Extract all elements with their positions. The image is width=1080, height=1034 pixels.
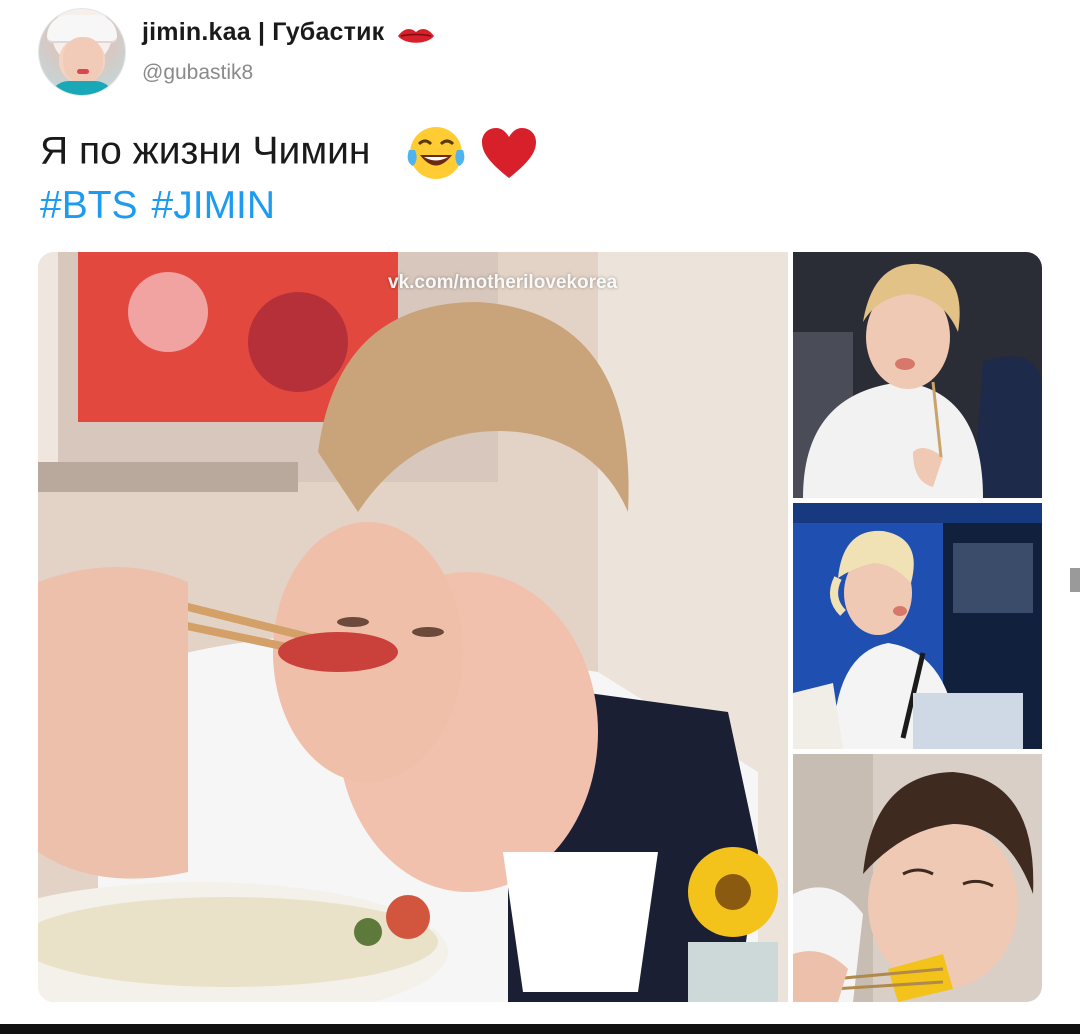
tweet-text-line: Я по жизни Чимин xyxy=(40,122,538,184)
photo-main-image xyxy=(38,252,788,1002)
hashtags: #BTS #JIMIN xyxy=(40,184,275,228)
scroll-marker xyxy=(1070,568,1080,592)
face-with-tears-of-joy-icon xyxy=(407,127,465,179)
avatar[interactable] xyxy=(38,8,126,96)
red-heart-icon xyxy=(482,128,537,178)
lips-icon xyxy=(397,28,434,43)
bottom-bar xyxy=(0,1024,1080,1034)
photo-thumbnail-1[interactable] xyxy=(793,252,1042,498)
tweet-card: jimin.kaa | Губастик @gubastik8 Я по жиз… xyxy=(0,0,1080,1034)
photo-thumbnail-2[interactable] xyxy=(793,503,1042,749)
photo-thumbnail-3-image xyxy=(793,754,1042,1002)
author-names: jimin.kaa | Губастик @gubastik8 xyxy=(142,18,435,85)
avatar-shirt xyxy=(49,81,115,95)
avatar-face xyxy=(63,37,103,83)
hashtag-jimin[interactable]: #JIMIN xyxy=(152,184,276,227)
avatar-lips xyxy=(77,69,89,74)
tweet-text: Я по жизни Чимин xyxy=(40,129,371,173)
author-display-name[interactable]: jimin.kaa | Губастик xyxy=(142,18,384,46)
photo-main[interactable]: vk.com/motherilovekorea xyxy=(38,252,788,1002)
author-handle[interactable]: @gubastik8 xyxy=(142,61,435,85)
photo-thumbnail-2-image xyxy=(793,503,1042,749)
media-grid: vk.com/motherilovekorea xyxy=(38,252,1042,1004)
hashtag-bts[interactable]: #BTS xyxy=(40,184,138,227)
photo-thumbnail-3[interactable] xyxy=(793,754,1042,1002)
watermark: vk.com/motherilovekorea xyxy=(388,272,618,293)
photo-thumbnail-1-image xyxy=(793,252,1042,498)
